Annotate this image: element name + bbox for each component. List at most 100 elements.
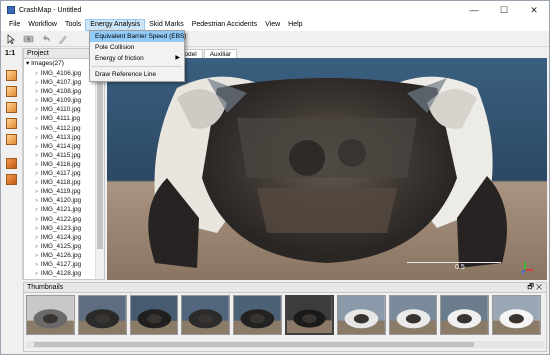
cube-solid-icon[interactable] <box>6 158 17 169</box>
image-list-item[interactable]: > IMG_4119.jpg <box>24 187 96 196</box>
menu-workflow[interactable]: Workflow <box>24 19 61 31</box>
menu-separator <box>92 66 182 67</box>
maximize-button[interactable]: ☐ <box>489 1 519 19</box>
toolbar <box>1 31 549 47</box>
cube-view-icon[interactable] <box>6 134 17 145</box>
menu-item-pole-collision[interactable]: Pole Collision <box>90 42 184 53</box>
model-viewport[interactable]: Model Auxiliar 0.5 <box>107 48 547 280</box>
expand-arrow-icon[interactable]: > <box>35 144 38 150</box>
menu-item-draw-reference-line[interactable]: Draw Reference Line <box>90 69 184 80</box>
expand-arrow-icon[interactable]: > <box>35 171 38 177</box>
expand-arrow-icon[interactable]: > <box>35 107 38 113</box>
image-list-item[interactable]: > IMG_4116.jpg <box>24 160 96 169</box>
image-list-item[interactable]: > IMG_4122.jpg <box>24 215 96 224</box>
project-panel: Project ▾ Images(27) > IMG_4106.jpg > IMG_4… <box>23 48 105 280</box>
scrollbar-thumb[interactable] <box>34 342 474 347</box>
expand-arrow-icon[interactable]: > <box>35 89 38 95</box>
image-list-item[interactable]: > IMG_4118.jpg <box>24 178 96 187</box>
horizontal-scrollbar[interactable] <box>26 341 544 348</box>
image-list-item[interactable]: > IMG_4114.jpg <box>24 142 96 151</box>
thumbnail-image[interactable] <box>440 295 490 335</box>
tab-auxiliar[interactable]: Auxiliar <box>203 49 238 58</box>
menu-file[interactable]: File <box>5 19 24 31</box>
expand-arrow-icon[interactable]: > <box>35 189 38 195</box>
close-button[interactable]: ✕ <box>519 1 549 19</box>
thumbnail-image[interactable] <box>388 295 438 335</box>
thumbnail-image[interactable] <box>181 295 231 335</box>
expand-arrow-icon[interactable]: > <box>35 207 38 213</box>
image-list-item[interactable]: > IMG_4112.jpg <box>24 124 96 133</box>
image-filename: IMG_4108.jpg <box>40 88 82 96</box>
expand-arrow-icon[interactable]: > <box>35 180 38 186</box>
expand-arrow-icon[interactable]: > <box>35 71 38 77</box>
image-list-item[interactable]: > IMG_4115.jpg <box>24 151 96 160</box>
expand-arrow-icon[interactable]: > <box>35 135 38 141</box>
expand-arrow-icon[interactable]: > <box>35 253 38 259</box>
edit-icon[interactable] <box>56 33 69 45</box>
image-list-item[interactable]: > IMG_4107.jpg <box>24 78 96 87</box>
pointer-icon[interactable] <box>5 33 18 45</box>
menu-help[interactable]: Help <box>284 19 306 31</box>
image-list-item[interactable]: > IMG_4106.jpg <box>24 69 96 78</box>
image-list-item[interactable]: > IMG_4111.jpg <box>24 114 96 123</box>
thumbnail-image[interactable] <box>492 295 542 335</box>
cube-view-icon[interactable] <box>6 102 17 113</box>
image-filename: IMG_4111.jpg <box>40 115 81 123</box>
undo-icon[interactable] <box>39 33 52 45</box>
expand-arrow-icon[interactable]: > <box>35 153 38 159</box>
thumbnails-panel-controls[interactable]: 🗗 ✕ <box>527 283 542 293</box>
menu-pedestrian-accidents[interactable]: Pedestrian Accidents <box>188 19 261 31</box>
cube-view-icon[interactable] <box>6 70 17 81</box>
expand-arrow-icon[interactable]: > <box>35 271 38 277</box>
expand-arrow-icon[interactable]: > <box>35 262 38 268</box>
vertical-scrollbar[interactable] <box>95 59 104 279</box>
image-list-item[interactable]: > IMG_4124.jpg <box>24 233 96 242</box>
image-list-item[interactable]: > IMG_4117.jpg <box>24 169 96 178</box>
thumbnail-image[interactable] <box>26 295 75 335</box>
thumbnail-image[interactable] <box>233 295 282 335</box>
thumbnail-image[interactable] <box>129 295 179 335</box>
point-cloud-render[interactable] <box>107 58 547 280</box>
expand-arrow-icon[interactable]: > <box>35 162 38 168</box>
expand-arrow-icon[interactable]: > <box>35 80 38 86</box>
image-list-item[interactable]: > IMG_4121.jpg <box>24 205 96 214</box>
expand-arrow-icon[interactable]: > <box>35 226 38 232</box>
image-filename: IMG_4121.jpg <box>40 206 82 214</box>
menu-item-energy-of-friction[interactable]: Energy of friction ▶ <box>90 53 184 64</box>
scale-one-to-one-button[interactable]: 1:1 <box>5 50 15 57</box>
image-list-item[interactable]: > IMG_4120.jpg <box>24 196 96 205</box>
expand-arrow-icon[interactable]: > <box>35 217 38 223</box>
expand-arrow-icon[interactable]: > <box>35 235 38 241</box>
expand-arrow-icon[interactable]: > <box>35 244 38 250</box>
thumbnail-image[interactable] <box>77 295 127 335</box>
image-list-item[interactable]: > IMG_4110.jpg <box>24 105 96 114</box>
image-filename: IMG_4117.jpg <box>40 170 81 178</box>
cube-solid-icon[interactable] <box>6 174 17 185</box>
image-list-item[interactable]: > IMG_4126.jpg <box>24 251 96 260</box>
expand-arrow-icon[interactable]: > <box>35 198 38 204</box>
cube-view-icon[interactable] <box>6 86 17 97</box>
minimize-button[interactable]: — <box>459 1 489 19</box>
image-list: > IMG_4106.jpg > IMG_4107.jpg > IMG_4108.jpg >… <box>24 69 96 277</box>
menu-tools[interactable]: Tools <box>61 19 85 31</box>
energy-analysis-dropdown: Equivalent Barrier Speed (EBS) Pole Coll… <box>89 30 186 82</box>
image-list-item[interactable]: > IMG_4127.jpg <box>24 260 96 269</box>
camera-icon[interactable] <box>22 33 35 45</box>
scrollbar-thumb[interactable] <box>97 69 103 249</box>
image-filename: IMG_4114.jpg <box>40 142 81 150</box>
image-list-item[interactable]: > IMG_4128.jpg <box>24 269 96 277</box>
image-list-item[interactable]: > IMG_4108.jpg <box>24 87 96 96</box>
menu-item-ebs[interactable]: Equivalent Barrier Speed (EBS) <box>90 31 186 42</box>
expand-arrow-icon[interactable]: > <box>35 116 38 122</box>
thumbnail-image[interactable] <box>284 295 334 335</box>
image-list-item[interactable]: > IMG_4113.jpg <box>24 133 96 142</box>
image-filename: IMG_4120.jpg <box>40 197 82 205</box>
image-list-item[interactable]: > IMG_4109.jpg <box>24 96 96 105</box>
cube-view-icon[interactable] <box>6 118 17 129</box>
menu-view[interactable]: View <box>261 19 284 31</box>
expand-arrow-icon[interactable]: > <box>35 126 38 132</box>
thumbnail-image[interactable] <box>336 295 386 335</box>
image-list-item[interactable]: > IMG_4125.jpg <box>24 242 96 251</box>
expand-arrow-icon[interactable]: > <box>35 98 38 104</box>
image-list-item[interactable]: > IMG_4123.jpg <box>24 224 96 233</box>
